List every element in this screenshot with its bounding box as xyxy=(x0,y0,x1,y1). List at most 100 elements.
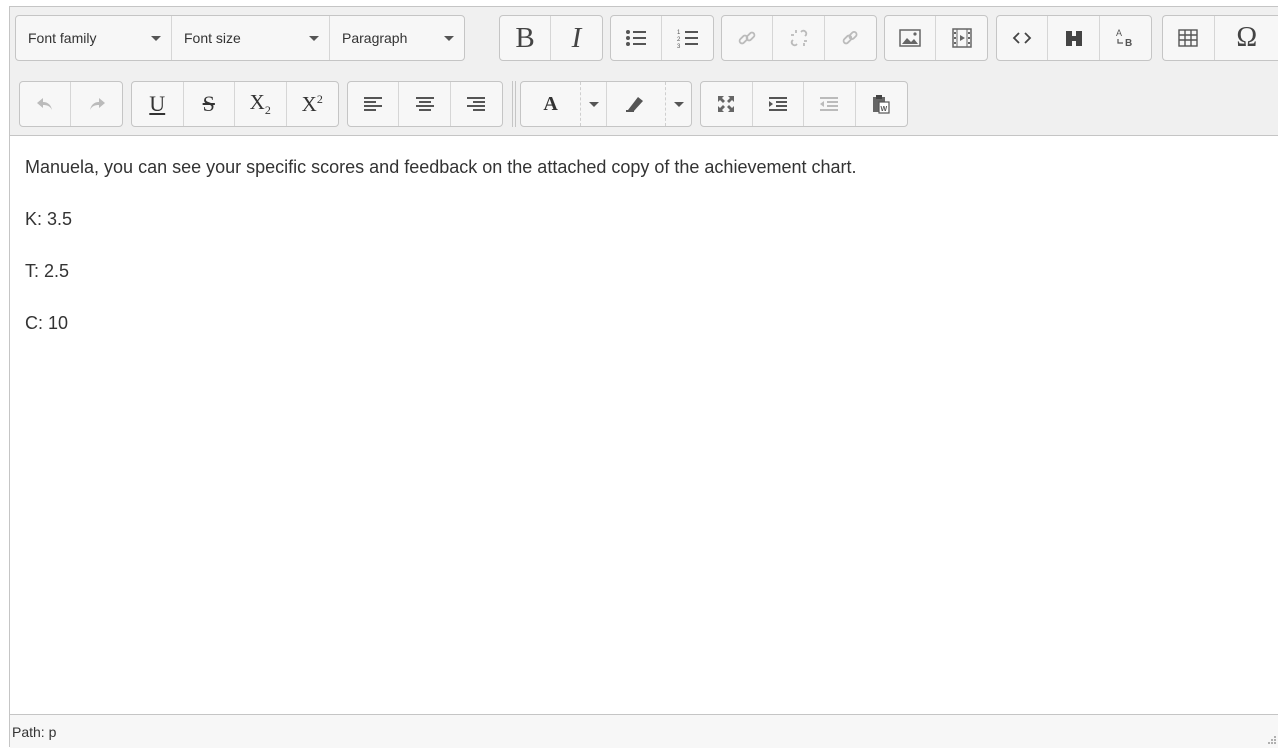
paste-from-word-button[interactable]: W xyxy=(856,82,908,126)
spellcheck-button[interactable]: A B xyxy=(1100,16,1151,60)
table-icon xyxy=(1178,29,1198,47)
content-paragraph: C: 10 xyxy=(25,313,69,333)
binoculars-icon xyxy=(1065,31,1082,46)
content-paragraph: Manuela, you can see your specific score… xyxy=(25,157,857,177)
clipboard-icon: W xyxy=(873,95,890,114)
code-icon xyxy=(1012,32,1032,44)
link-group xyxy=(721,15,877,61)
svg-text:B: B xyxy=(1125,38,1132,49)
underline-button[interactable]: U xyxy=(132,82,184,126)
element-path[interactable]: Path: p xyxy=(12,724,56,740)
bullet-list-icon xyxy=(626,30,646,46)
chevron-down-icon xyxy=(309,35,319,41)
subscript-icon: X2 xyxy=(250,90,271,118)
redo-button[interactable] xyxy=(71,82,122,126)
indent-icon xyxy=(768,97,787,111)
chevron-down-icon xyxy=(588,101,599,107)
outdent-button[interactable] xyxy=(804,82,856,126)
text-style-group: U S X2 X2 xyxy=(131,81,339,127)
html-source-button[interactable] xyxy=(997,16,1049,60)
content-paragraph: K: 3.5 xyxy=(25,209,73,229)
bold-button[interactable]: B xyxy=(500,16,552,60)
resize-handle-icon[interactable] xyxy=(1267,735,1277,745)
unlink-button[interactable] xyxy=(773,16,825,60)
omega-icon: Ω xyxy=(1236,22,1258,53)
bold-italic-group: B I xyxy=(499,15,603,61)
text-color-button[interactable]: A xyxy=(521,82,580,126)
svg-text:W: W xyxy=(881,106,888,113)
superscript-index: 2 xyxy=(316,91,323,106)
align-right-button[interactable] xyxy=(451,82,502,126)
background-color-dropdown[interactable] xyxy=(665,82,691,126)
fullscreen-button[interactable] xyxy=(701,82,753,126)
font-family-dropdown[interactable]: Font family xyxy=(16,16,172,60)
svg-text:1: 1 xyxy=(677,30,681,36)
chevron-down-icon xyxy=(151,35,161,41)
chevron-down-icon xyxy=(444,35,454,41)
format-dropdowns-group: Font family Font size Paragraph xyxy=(15,15,465,61)
undo-icon xyxy=(37,98,52,110)
font-size-label: Font size xyxy=(184,30,241,46)
fullscreen-icon xyxy=(718,96,735,112)
outdent-icon xyxy=(820,97,839,111)
anchor-button[interactable] xyxy=(825,16,876,60)
find-replace-button[interactable] xyxy=(1048,16,1100,60)
undo-button[interactable] xyxy=(20,82,72,126)
strikethrough-button[interactable]: S xyxy=(184,82,235,126)
editor-toolbar: Font family Font size Paragraph B I 1 2 … xyxy=(10,7,1278,136)
font-family-label: Font family xyxy=(28,30,97,46)
insert-media-button[interactable] xyxy=(936,16,987,60)
color-group: A xyxy=(520,81,692,127)
list-group: 1 2 3 xyxy=(610,15,714,61)
subscript-button[interactable]: X2 xyxy=(235,82,287,126)
align-left-icon xyxy=(364,97,383,111)
font-size-dropdown[interactable]: Font size xyxy=(172,16,330,60)
superscript-icon: X2 xyxy=(302,92,323,117)
superscript-button[interactable]: X2 xyxy=(287,82,339,126)
align-left-button[interactable] xyxy=(348,82,400,126)
bold-icon: B xyxy=(515,21,535,54)
align-right-icon xyxy=(467,97,486,111)
numbered-list-icon: 1 2 3 xyxy=(677,30,698,49)
indent-button[interactable] xyxy=(753,82,804,126)
view-indent-group: W xyxy=(700,81,908,127)
background-color-button[interactable] xyxy=(606,82,665,126)
svg-text:3: 3 xyxy=(677,44,681,49)
italic-icon: I xyxy=(571,21,582,54)
align-center-icon xyxy=(415,97,434,111)
insert-group: Ω xyxy=(1162,15,1278,61)
strikethrough-icon: S xyxy=(202,91,215,116)
editor-statusbar: Path: p xyxy=(10,714,1278,748)
svg-text:2: 2 xyxy=(677,37,681,43)
redo-icon xyxy=(89,98,105,110)
text-color-dropdown[interactable] xyxy=(580,82,606,126)
spellcheck-icon: A B xyxy=(1116,28,1132,49)
editor-content-area[interactable]: Manuela, you can see your specific score… xyxy=(10,136,1278,714)
chevron-down-icon xyxy=(673,101,684,107)
numbered-list-button[interactable]: 1 2 3 xyxy=(662,16,713,60)
special-character-button[interactable]: Ω xyxy=(1215,16,1278,60)
align-center-button[interactable] xyxy=(399,82,451,126)
italic-button[interactable]: I xyxy=(551,16,602,60)
rich-text-editor: Font family Font size Paragraph B I 1 2 … xyxy=(9,6,1278,748)
toolbar-separator xyxy=(512,81,516,127)
insert-link-button[interactable] xyxy=(722,16,774,60)
underline-icon: U xyxy=(149,91,166,116)
text-color-icon: A xyxy=(543,92,558,115)
insert-image-button[interactable] xyxy=(885,16,937,60)
link-icon xyxy=(738,31,756,45)
media-group xyxy=(884,15,988,61)
tools-group: A B xyxy=(996,15,1152,61)
unlink-icon xyxy=(790,29,807,47)
anchor-link-icon xyxy=(843,31,858,45)
block-format-label: Paragraph xyxy=(342,30,408,46)
history-group xyxy=(19,81,123,127)
bullet-list-button[interactable] xyxy=(611,16,663,60)
subscript-index: 2 xyxy=(264,103,271,118)
svg-text:A: A xyxy=(1116,28,1122,38)
superscript-base: X xyxy=(301,91,317,116)
alignment-group xyxy=(347,81,503,127)
image-icon xyxy=(899,29,921,47)
paragraph-format-dropdown[interactable]: Paragraph xyxy=(330,16,464,60)
insert-table-button[interactable] xyxy=(1163,16,1215,60)
